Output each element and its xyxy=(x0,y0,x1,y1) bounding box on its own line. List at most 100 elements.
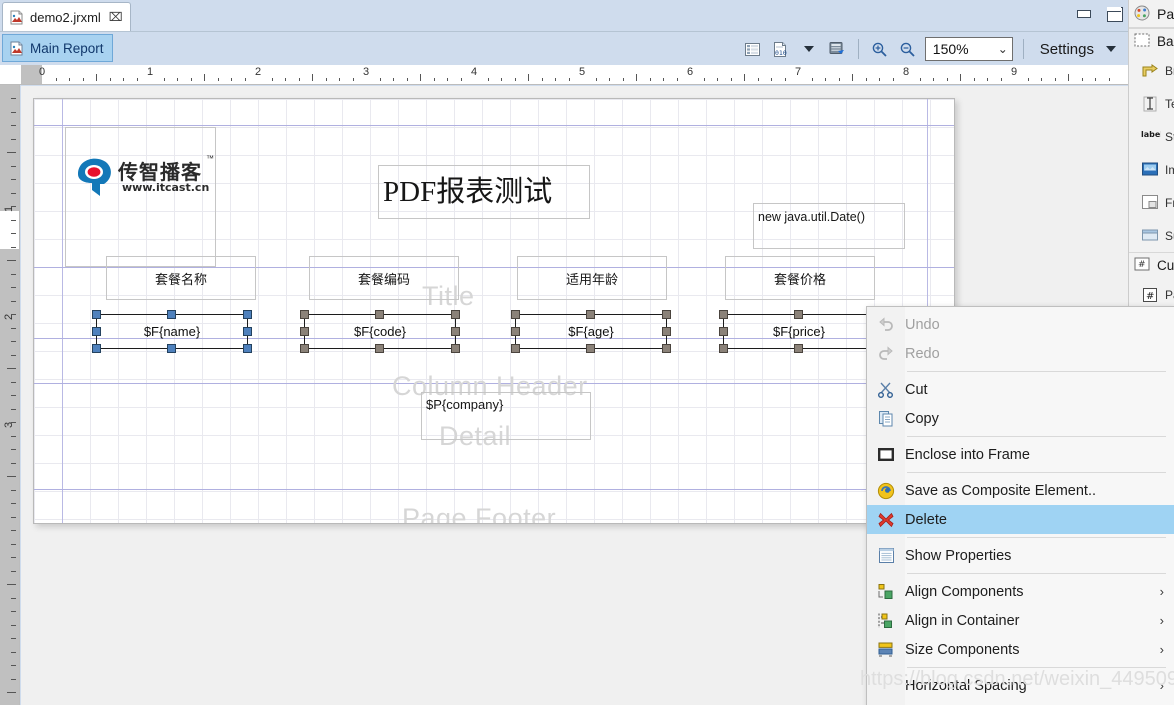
vertical-ruler[interactable]: 123 xyxy=(0,85,20,705)
detail-field-age[interactable]: $F{age} xyxy=(511,310,671,353)
resize-handle-bl[interactable] xyxy=(511,344,520,353)
column-header-code[interactable]: 套餐编码 xyxy=(309,256,459,300)
context-menu-item-horizontal-spacing[interactable]: Horizontal Spacing › xyxy=(867,671,1174,700)
resize-handle-bc[interactable] xyxy=(586,344,595,353)
report-element-logo[interactable]: 传智播客 ™ www.itcast.cn xyxy=(65,127,216,267)
report-toolbar: Main Report 010 150% ⌄ Settings xyxy=(0,31,1128,65)
resize-handle-ml[interactable] xyxy=(719,326,728,336)
palette-item-label: Break xyxy=(1165,63,1174,78)
resize-handle-tc[interactable] xyxy=(167,310,176,319)
palette-section-current[interactable]: # Current xyxy=(1129,252,1174,278)
resize-handle-bl[interactable] xyxy=(300,344,309,353)
resize-handle-bl[interactable] xyxy=(92,344,101,353)
context-menu-item-delete[interactable]: Delete xyxy=(867,505,1174,534)
ruler-tick xyxy=(973,78,975,81)
no-icon xyxy=(867,671,905,700)
report-element-footer[interactable]: $P{company} xyxy=(421,392,591,440)
resize-handle-ml[interactable] xyxy=(92,326,101,336)
ruler-tick xyxy=(514,78,516,81)
zoom-in-icon[interactable] xyxy=(869,38,891,60)
context-menu-item-enclose-into-frame[interactable]: Enclose into Frame xyxy=(867,440,1174,469)
frame-icon xyxy=(867,440,905,469)
resize-handle-tl[interactable] xyxy=(719,310,728,319)
report-page[interactable]: Title Column Header Detail Page Footer 传… xyxy=(33,98,955,524)
context-menu-item-show-properties[interactable]: Show Properties xyxy=(867,541,1174,570)
delete-x-icon xyxy=(867,505,905,534)
ruler-tick xyxy=(1095,78,1096,81)
no-icon xyxy=(867,700,905,705)
report-element-title[interactable]: PDF报表测试 xyxy=(378,165,590,219)
horizontal-ruler[interactable]: 0 1 2 3 4 5 6 7 8 9 xyxy=(0,65,1128,85)
settings-button[interactable]: Settings xyxy=(1040,41,1094,58)
resize-handle-bc[interactable] xyxy=(167,344,176,353)
compile-report-icon[interactable] xyxy=(826,38,848,60)
ruler-tick xyxy=(82,78,84,81)
hash-box-icon: # xyxy=(1134,257,1152,275)
palette-item-subreport[interactable]: Subreport xyxy=(1129,219,1174,252)
resize-handle-tc[interactable] xyxy=(586,310,595,319)
palette-item-break[interactable]: Break xyxy=(1129,54,1174,87)
band-list-icon[interactable] xyxy=(742,38,764,60)
dashed-box-icon xyxy=(1134,33,1152,51)
detail-field-price[interactable]: $F{price} xyxy=(719,310,879,353)
close-icon[interactable]: ⌧ xyxy=(109,10,123,24)
resize-handle-mr[interactable] xyxy=(243,326,252,336)
resize-handle-mr[interactable] xyxy=(451,326,460,336)
resize-handle-ml[interactable] xyxy=(511,326,520,336)
resize-handle-br[interactable] xyxy=(662,344,671,353)
minimize-button[interactable] xyxy=(1074,5,1092,21)
dropdown-caret-icon[interactable] xyxy=(798,38,820,60)
context-menu-item-align-in-container[interactable]: Align in Container › xyxy=(867,606,1174,635)
resize-handle-br[interactable] xyxy=(243,344,252,353)
resize-handle-bl[interactable] xyxy=(719,344,728,353)
context-menu-item-save-as-composite-element[interactable]: Save as Composite Element.. xyxy=(867,476,1174,505)
palette-section-label: Basic Elements xyxy=(1157,34,1174,49)
resize-handle-tc[interactable] xyxy=(375,310,384,319)
ruler-tick xyxy=(676,78,678,81)
ruler-tick-label: 5 xyxy=(578,66,586,78)
context-menu-item-copy[interactable]: Copy xyxy=(867,404,1174,433)
column-header-name[interactable]: 套餐名称 xyxy=(106,256,256,300)
main-report-button[interactable]: Main Report xyxy=(2,34,113,62)
resize-handle-tl[interactable] xyxy=(92,310,101,319)
column-header-price[interactable]: 套餐价格 xyxy=(725,256,875,300)
resize-handle-mr[interactable] xyxy=(662,326,671,336)
palette-section-basic[interactable]: Basic Elements xyxy=(1129,28,1174,54)
context-menu-item-align-components[interactable]: Align Components › xyxy=(867,577,1174,606)
palette-item-image[interactable]: Image xyxy=(1129,153,1174,186)
resize-handle-br[interactable] xyxy=(451,344,460,353)
resize-handle-tr[interactable] xyxy=(451,310,460,319)
ruler-tick xyxy=(11,570,16,572)
zoom-out-icon[interactable] xyxy=(897,38,919,60)
ruler-tick xyxy=(946,78,948,81)
context-menu-item-cut[interactable]: Cut xyxy=(867,375,1174,404)
settings-caret-icon[interactable] xyxy=(1100,38,1122,60)
zoom-level-select[interactable]: 150% ⌄ xyxy=(924,37,1013,61)
context-menu-item-size-components[interactable]: Size Components › xyxy=(867,635,1174,664)
resize-handle-bc[interactable] xyxy=(794,344,803,353)
column-header-age[interactable]: 适用年龄 xyxy=(517,256,667,300)
palette-item-frame[interactable]: Frame xyxy=(1129,186,1174,219)
palette-item-textfield[interactable]: Text Field xyxy=(1129,87,1174,120)
report-element-date[interactable]: new java.util.Date() xyxy=(753,203,905,249)
page-number-icon: # xyxy=(1141,286,1159,304)
detail-field-code[interactable]: $F{code} xyxy=(300,310,460,353)
palette-item-statictext[interactable]: label Static Text xyxy=(1129,120,1174,153)
editor-tab-demo2[interactable]: demo2.jrxml ⌧ xyxy=(2,2,131,31)
resize-handle-ml[interactable] xyxy=(300,326,309,336)
context-menu-item-vertical-spacing[interactable]: Vertical Spacing› xyxy=(867,700,1174,705)
detail-field-text: $F{age} xyxy=(568,324,614,339)
resize-handle-tr[interactable] xyxy=(662,310,671,319)
resize-handle-bc[interactable] xyxy=(375,344,384,353)
resize-handle-tr[interactable] xyxy=(243,310,252,319)
resize-handle-tl[interactable] xyxy=(511,310,520,319)
resize-handle-tc[interactable] xyxy=(794,310,803,319)
report-title-text: PDF报表测试 xyxy=(383,176,553,208)
ruler-tick xyxy=(7,692,16,693)
ruler-tick xyxy=(1041,78,1042,81)
canvas-context-menu[interactable]: Undo Redo Cut Copy Enclose into Frame Save as… xyxy=(866,306,1174,705)
detail-field-name[interactable]: $F{name} xyxy=(92,310,252,353)
maximize-button[interactable] xyxy=(1104,5,1123,22)
resize-handle-tl[interactable] xyxy=(300,310,309,319)
data-preview-icon[interactable]: 010 xyxy=(770,38,792,60)
